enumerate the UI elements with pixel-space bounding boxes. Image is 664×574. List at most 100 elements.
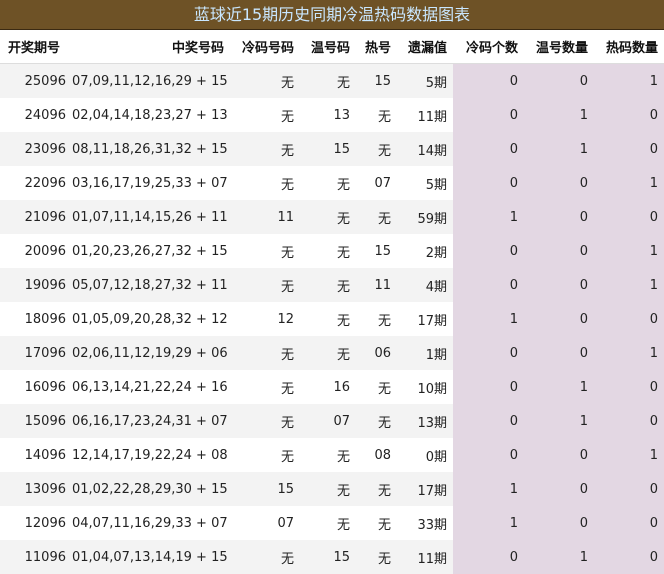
cell-omit: 11期 — [397, 98, 453, 132]
cell-cold-count: 0 — [453, 336, 524, 370]
cell-hot: 06 — [356, 336, 397, 370]
cell-numbers: 01,04,07,13,14,19 + 15 — [72, 540, 230, 574]
cell-cold: 无 — [230, 98, 300, 132]
cell-warm: 无 — [300, 63, 356, 98]
header-period: 开奖期号 — [0, 30, 72, 64]
cell-hot: 无 — [356, 200, 397, 234]
cell-hot-count: 0 — [594, 370, 664, 404]
cell-warm: 无 — [300, 268, 356, 302]
cell-cold: 无 — [230, 370, 300, 404]
cell-cold-count: 1 — [453, 506, 524, 540]
cell-warm-count: 1 — [524, 98, 594, 132]
cell-hot-count: 0 — [594, 98, 664, 132]
table-row: 18096 01,05,09,20,28,32 + 12 12 无无 17期 1 0 0 — [0, 302, 664, 336]
cell-numbers: 01,02,22,28,29,30 + 15 — [72, 472, 230, 506]
cell-warm: 无 — [300, 302, 356, 336]
cell-numbers: 01,20,23,26,27,32 + 15 — [72, 234, 230, 268]
table-row: 25096 07,09,11,12,16,29 + 15 无无 15 5期 0 0 1 — [0, 63, 664, 98]
cell-period: 11096 — [0, 540, 72, 574]
cell-period: 18096 — [0, 302, 72, 336]
cell-hot: 15 — [356, 234, 397, 268]
cell-warm: 15 — [300, 540, 356, 574]
cell-period: 15096 — [0, 404, 72, 438]
table-row: 19096 05,07,12,18,27,32 + 11 无无 11 4期 0 0 1 — [0, 268, 664, 302]
cell-hot-count: 0 — [594, 200, 664, 234]
table-row: 24096 02,04,14,18,23,27 + 13 无 13 无 11期 0 1 0 — [0, 98, 664, 132]
cell-hot-count: 0 — [594, 302, 664, 336]
cell-omit: 1期 — [397, 336, 453, 370]
cell-numbers: 03,16,17,19,25,33 + 07 — [72, 166, 230, 200]
cell-numbers: 06,16,17,23,24,31 + 07 — [72, 404, 230, 438]
cell-omit: 5期 — [397, 166, 453, 200]
cell-omit: 10期 — [397, 370, 453, 404]
cell-warm-count: 0 — [524, 200, 594, 234]
cell-cold: 无 — [230, 166, 300, 200]
cell-omit: 11期 — [397, 540, 453, 574]
cell-warm: 无 — [300, 234, 356, 268]
cell-cold-count: 0 — [453, 63, 524, 98]
cell-omit: 13期 — [397, 404, 453, 438]
cell-omit: 17期 — [397, 302, 453, 336]
table-row: 22096 03,16,17,19,25,33 + 07 无无 07 5期 0 0 1 — [0, 166, 664, 200]
table-row: 14096 12,14,17,19,22,24 + 08 无无 08 0期 0 0 1 — [0, 438, 664, 472]
cell-cold: 无 — [230, 438, 300, 472]
cell-hot-count: 0 — [594, 540, 664, 574]
cell-warm-count: 1 — [524, 404, 594, 438]
cell-hot-count: 1 — [594, 268, 664, 302]
cell-warm-count: 0 — [524, 302, 594, 336]
cell-cold: 无 — [230, 404, 300, 438]
cell-omit: 17期 — [397, 472, 453, 506]
header-warm: 温号码 — [300, 30, 356, 64]
cell-hot-count: 0 — [594, 506, 664, 540]
cell-warm-count: 1 — [524, 370, 594, 404]
cell-hot: 无 — [356, 506, 397, 540]
cell-omit: 4期 — [397, 268, 453, 302]
cell-cold-count: 1 — [453, 200, 524, 234]
cell-period: 20096 — [0, 234, 72, 268]
cell-cold-count: 0 — [453, 132, 524, 166]
cell-hot: 无 — [356, 472, 397, 506]
cell-cold-count: 0 — [453, 370, 524, 404]
cell-hot: 无 — [356, 132, 397, 166]
cell-cold: 12 — [230, 302, 300, 336]
cell-numbers: 01,07,11,14,15,26 + 11 — [72, 200, 230, 234]
cell-hot-count: 1 — [594, 336, 664, 370]
cell-period: 21096 — [0, 200, 72, 234]
cell-hot-count: 1 — [594, 438, 664, 472]
cell-cold: 无 — [230, 63, 300, 98]
cell-omit: 14期 — [397, 132, 453, 166]
cell-cold: 无 — [230, 336, 300, 370]
cell-cold-count: 1 — [453, 472, 524, 506]
cell-numbers: 06,13,14,21,22,24 + 16 — [72, 370, 230, 404]
table-row: 16096 06,13,14,21,22,24 + 16 无 16 无 10期 0 1 0 — [0, 370, 664, 404]
cell-numbers: 07,09,11,12,16,29 + 15 — [72, 63, 230, 98]
cell-period: 14096 — [0, 438, 72, 472]
cell-numbers: 04,07,11,16,29,33 + 07 — [72, 506, 230, 540]
cell-warm-count: 0 — [524, 268, 594, 302]
cell-period: 25096 — [0, 63, 72, 98]
cell-cold: 07 — [230, 506, 300, 540]
cell-hot: 无 — [356, 370, 397, 404]
cell-period: 22096 — [0, 166, 72, 200]
cell-warm: 15 — [300, 132, 356, 166]
cell-cold: 无 — [230, 234, 300, 268]
table-row: 21096 01,07,11,14,15,26 + 11 11 无无 59期 1 0 0 — [0, 200, 664, 234]
header-numbers: 中奖号码 — [72, 30, 230, 64]
cell-cold-count: 0 — [453, 268, 524, 302]
cell-warm: 无 — [300, 472, 356, 506]
cell-hot: 08 — [356, 438, 397, 472]
cell-warm: 13 — [300, 98, 356, 132]
cell-cold-count: 0 — [453, 98, 524, 132]
cell-cold: 无 — [230, 132, 300, 166]
header-hot: 热号 — [356, 30, 397, 64]
cell-cold: 无 — [230, 540, 300, 574]
header-cold-count: 冷码个数 — [453, 30, 524, 64]
cell-cold: 无 — [230, 268, 300, 302]
cell-period: 13096 — [0, 472, 72, 506]
cell-cold-count: 0 — [453, 166, 524, 200]
cell-warm: 无 — [300, 166, 356, 200]
cell-hot-count: 0 — [594, 404, 664, 438]
table-row: 15096 06,16,17,23,24,31 + 07 无 07 无 13期 0 1 0 — [0, 404, 664, 438]
table-row: 12096 04,07,11,16,29,33 + 07 07 无无 33期 1 0 0 — [0, 506, 664, 540]
cell-warm-count: 0 — [524, 234, 594, 268]
